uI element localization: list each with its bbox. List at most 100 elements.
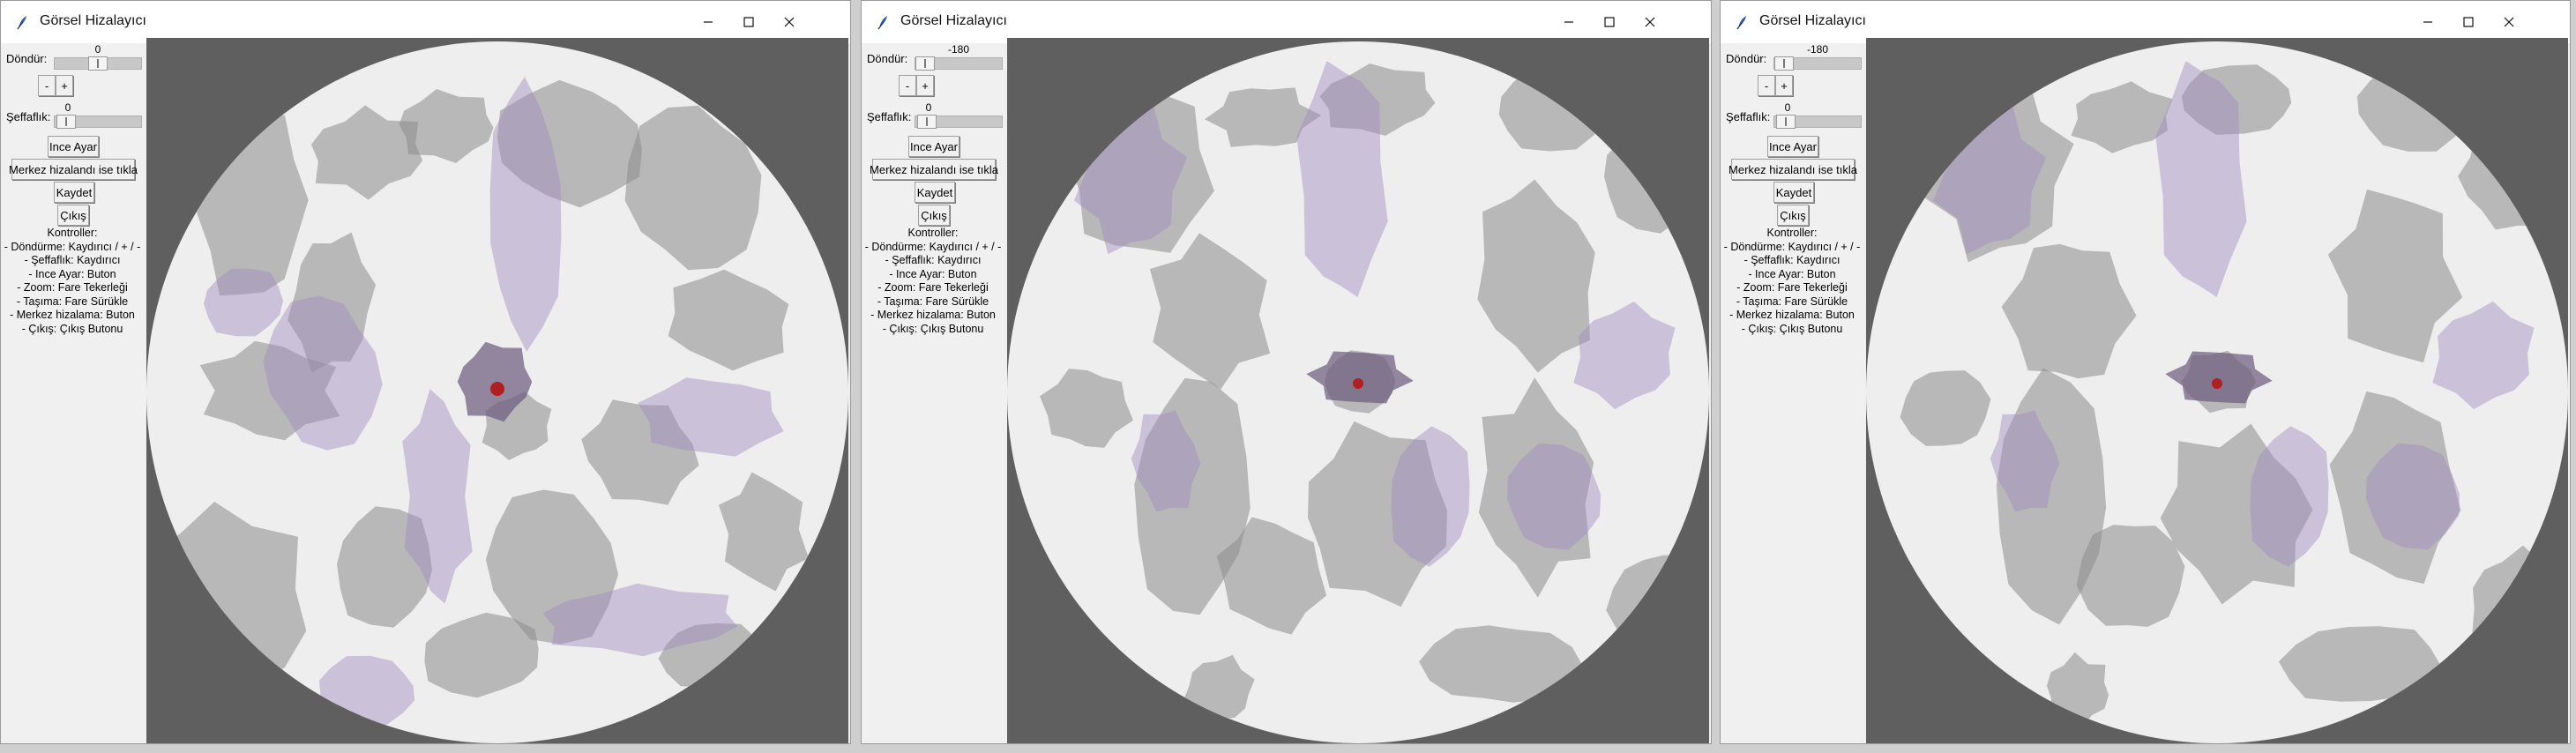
rotate-plus-button[interactable]: + xyxy=(916,75,934,96)
rotate-plus-button[interactable]: + xyxy=(56,75,73,96)
save-button[interactable]: Kaydet xyxy=(1773,182,1814,203)
controls-line: - Zoom: Fare Tekerleği xyxy=(1736,281,1848,294)
marker-dot xyxy=(1353,378,1363,389)
maximize-icon xyxy=(2463,17,2474,27)
opacity-slider[interactable] xyxy=(915,115,1003,129)
close-button[interactable] xyxy=(2489,1,2529,43)
fine-tune-button[interactable]: Ince Ayar xyxy=(908,136,959,157)
controls-line: - Taşıma: Fare Sürükle xyxy=(877,294,989,308)
center-aligned-button[interactable]: Merkez hizalandı ise tıkla xyxy=(870,159,998,180)
rotate-slider-thumb[interactable] xyxy=(915,56,935,71)
rotate-minus-button[interactable]: - xyxy=(1758,75,1775,96)
opacity-slider-thumb[interactable] xyxy=(1776,115,1796,129)
controls-line: - Zoom: Fare Tekerleği xyxy=(17,281,128,294)
app-window-3: Görsel Hizalayıcı -180 Döndür: - + 0 Şef… xyxy=(1720,0,2571,744)
window-title: Görsel Hizalayıcı xyxy=(900,13,1007,28)
slide-image xyxy=(146,41,848,743)
close-icon xyxy=(2504,17,2514,27)
save-button[interactable]: Kaydet xyxy=(915,182,955,203)
title-bar[interactable]: Görsel Hizalayıcı xyxy=(1721,1,2570,43)
rotate-slider-thumb[interactable] xyxy=(1774,56,1794,71)
rotate-minus-button[interactable]: - xyxy=(38,75,56,96)
controls-line: - Merkez hizalama: Buton xyxy=(10,309,135,321)
controls-title: Kontroller: xyxy=(1766,227,1818,239)
control-panel: -180 Döndür: - + 0 Şeffaflık: Ince Ayar … xyxy=(1721,43,1863,743)
rotate-slider[interactable] xyxy=(54,56,142,71)
tissue-section xyxy=(1900,370,1991,446)
controls-line: - Çıkış: Çıkış Butonu xyxy=(1741,322,1843,335)
opacity-label: Şeffaflık: xyxy=(6,110,51,123)
fine-tune-button[interactable]: Ince Ayar xyxy=(48,136,99,157)
opacity-slider[interactable] xyxy=(1773,115,1862,129)
rotate-label: Döndür: xyxy=(6,52,48,65)
image-canvas[interactable] xyxy=(146,38,848,743)
rotate-value: 0 xyxy=(94,43,101,56)
controls-line: - Ince Ayar: Buton xyxy=(1748,267,1836,280)
opacity-label: Şeffaflık: xyxy=(867,110,912,123)
feather-icon xyxy=(13,13,31,31)
tissue-section xyxy=(1603,124,1699,234)
exit-button[interactable]: Çıkış xyxy=(918,205,950,226)
image-canvas[interactable] xyxy=(1007,38,1709,743)
minimize-button[interactable] xyxy=(688,1,728,43)
slide-image xyxy=(1007,41,1709,743)
controls-help: Kontroller: - Döndürme: Kaydırıcı / + / … xyxy=(1,227,144,336)
controls-line: - Çıkış: Çıkış Butonu xyxy=(21,322,123,335)
rotate-plus-button[interactable]: + xyxy=(1775,75,1793,96)
fine-tune-button[interactable]: Ince Ayar xyxy=(1767,136,1818,157)
minimize-icon xyxy=(703,17,713,27)
controls-help: Kontroller: - Döndürme: Kaydırıcı / + / … xyxy=(1721,227,1863,336)
rotate-value: -180 xyxy=(1806,43,1829,56)
window-title: Görsel Hizalayıcı xyxy=(1759,13,1866,28)
controls-title: Kontroller: xyxy=(907,227,959,239)
opacity-label: Şeffaflık: xyxy=(1726,110,1771,123)
close-icon xyxy=(784,17,795,27)
minimize-button[interactable] xyxy=(2408,1,2448,43)
controls-line: - Şeffaflık: Kaydırıcı xyxy=(24,254,121,266)
save-button[interactable]: Kaydet xyxy=(54,182,94,203)
opacity-slider[interactable] xyxy=(54,115,142,129)
maximize-icon xyxy=(743,17,754,27)
rotate-value: -180 xyxy=(947,43,970,56)
title-bar[interactable]: Görsel Hizalayıcı xyxy=(862,1,1711,43)
controls-line: - Ince Ayar: Buton xyxy=(889,267,977,280)
app-window-2: Görsel Hizalayıcı -180 Döndür: - + 0 Şef… xyxy=(861,0,1712,744)
rotate-slider[interactable] xyxy=(915,56,1003,71)
controls-line: - Döndürme: Kaydırıcı / + / - xyxy=(4,240,141,253)
marker-dot xyxy=(490,382,504,396)
center-aligned-button[interactable]: Merkez hizalandı ise tıkla xyxy=(9,159,138,180)
rotate-label: Döndür: xyxy=(1726,52,1767,65)
tissue-section xyxy=(146,502,307,720)
close-button[interactable] xyxy=(769,1,810,43)
marker-dot xyxy=(2212,378,2222,389)
app-window-1: Görsel Hizalayıcı 0 Döndür: - + 0 Şeffaf… xyxy=(0,0,851,744)
tissue-section xyxy=(2076,525,2185,627)
exit-button[interactable]: Çıkış xyxy=(1777,205,1809,226)
slide-image xyxy=(1866,41,2568,743)
rotate-slider-thumb[interactable] xyxy=(88,56,108,71)
rotate-minus-button[interactable]: - xyxy=(899,75,916,96)
close-button[interactable] xyxy=(1630,1,1670,43)
maximize-button[interactable] xyxy=(2448,1,2489,43)
control-panel: 0 Döndür: - + 0 Şeffaflık: Ince Ayar Mer… xyxy=(1,43,144,743)
controls-line: - Zoom: Fare Tekerleği xyxy=(877,281,989,294)
maximize-button[interactable] xyxy=(728,1,769,43)
controls-line: - Merkez hizalama: Buton xyxy=(870,309,996,321)
rotate-slider[interactable] xyxy=(1773,56,1862,71)
controls-help: Kontroller: - Döndürme: Kaydırıcı / + / … xyxy=(862,227,1004,336)
controls-line: - Şeffaflık: Kaydırıcı xyxy=(1743,254,1841,266)
maximize-button[interactable] xyxy=(1589,1,1630,43)
opacity-slider-thumb[interactable] xyxy=(917,115,937,129)
maximize-icon xyxy=(1604,17,1615,27)
image-canvas[interactable] xyxy=(1866,38,2568,743)
title-bar[interactable]: Görsel Hizalayıcı xyxy=(1,1,850,43)
exit-button[interactable]: Çıkış xyxy=(57,205,89,226)
feather-icon xyxy=(1733,13,1751,31)
controls-title: Kontroller: xyxy=(47,227,98,239)
center-aligned-button[interactable]: Merkez hizalandı ise tıkla xyxy=(1729,159,1857,180)
window-title: Görsel Hizalayıcı xyxy=(40,13,146,28)
opacity-slider-thumb[interactable] xyxy=(56,115,76,129)
controls-line: - Taşıma: Fare Sürükle xyxy=(16,294,129,308)
minimize-icon xyxy=(1564,17,1574,27)
minimize-button[interactable] xyxy=(1549,1,1589,43)
